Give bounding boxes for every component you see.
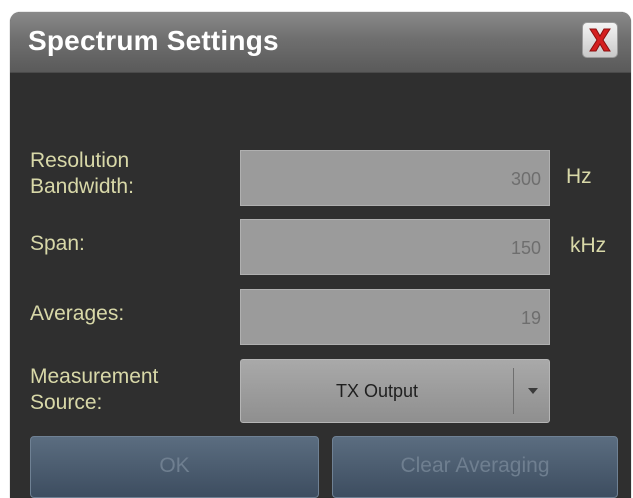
close-button[interactable] <box>582 22 618 58</box>
ok-button[interactable]: OK <box>30 436 319 498</box>
span-unit: kHz <box>570 234 607 257</box>
spectrum-settings-dialog: Spectrum Settings Resolution Bandwidth: … <box>10 12 631 498</box>
resolution-bandwidth-label: Resolution Bandwidth: <box>30 148 134 200</box>
resolution-bandwidth-label-line1: Resolution <box>30 149 130 172</box>
averages-input[interactable]: 19 <box>240 289 550 345</box>
dialog-title: Spectrum Settings <box>28 25 279 56</box>
measurement-source-value: TX Output <box>335 381 419 401</box>
measurement-source-label: Measurement Source: <box>30 364 158 416</box>
title-bar: Spectrum Settings <box>10 12 631 73</box>
resolution-bandwidth-label-line2: Bandwidth: <box>30 175 134 198</box>
measurement-source-label-line1: Measurement <box>30 365 159 388</box>
resolution-bandwidth-input[interactable]: 300 <box>240 150 550 206</box>
measurement-source-label-line2: Source: <box>30 391 103 414</box>
dropdown-separator <box>513 368 514 414</box>
resolution-bandwidth-unit: Hz <box>566 165 592 188</box>
clear-averaging-button[interactable]: Clear Averaging <box>332 436 618 498</box>
averages-label: Averages: <box>30 302 125 325</box>
span-input[interactable]: 150 <box>240 219 550 275</box>
measurement-source-select[interactable]: TX Output <box>240 359 550 423</box>
span-label: Span: <box>30 232 85 255</box>
close-icon <box>589 28 611 52</box>
chevron-down-icon[interactable] <box>528 388 538 394</box>
